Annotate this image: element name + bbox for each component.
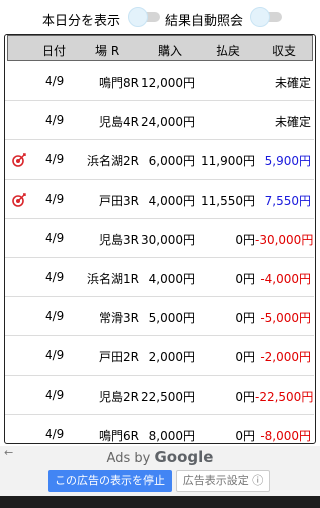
cell-balance: -4,000円 [260,271,311,286]
today-only-label: 本日分を表示 [42,14,121,29]
cell-buy: 30,000円 [141,232,195,247]
ads-by-google: Ads by Google [0,448,320,466]
cell-payout: 11,550円 [201,193,255,208]
cell-date: 4/9 [45,269,65,284]
table-row[interactable]: 4/9 児島2R 22,500円 0円 -22,500円 [5,376,314,415]
cell-balance: 7,550円 [264,193,311,208]
cell-date: 4/9 [45,74,65,88]
cell-payout: 11,900円 [201,154,255,169]
auto-result-toggle[interactable] [250,7,286,27]
cell-buy: 6,000円 [148,154,195,169]
target-dart-icon [12,192,26,207]
cell-date: 4/9 [45,348,65,363]
header-balance: 収支 [272,44,297,58]
toggle-knob [128,7,148,27]
cell-payout: 0円 [235,232,255,247]
table-row[interactable]: 4/9 浜名湖2R 6,000円 11,900円 5,900円 [5,140,314,180]
cell-payout: 0円 [235,389,255,404]
table-body: 4/9 鳴門8R 12,000円 未確定 4/9 児島4R 24,000円 未確定 4/9 浜名湖… [5,62,314,443]
cell-payout: 0円 [235,271,255,286]
table-row[interactable]: 4/9 児島4R 24,000円 未確定 [5,101,314,141]
stop-ad-button[interactable]: この広告の表示を停止 [48,470,172,492]
table-row[interactable]: 4/9 鳴門6R 8,000円 0円 -8,000円 [5,415,314,443]
cell-buy: 4,000円 [148,193,195,208]
toggle-knob [250,7,270,27]
ad-settings-button[interactable]: 広告表示設定 ⓘ [176,470,270,492]
header-venue: 場 R [95,44,120,58]
table-row[interactable]: 4/9 戸田2R 2,000円 0円 -2,000円 [5,336,314,376]
auto-result-label: 結果自動照会 [165,14,244,29]
cell-buy: 2,000円 [148,350,195,365]
table-row[interactable]: 4/9 常滑3R 5,000円 0円 -5,000円 [5,297,314,337]
cell-payout: 0円 [235,311,255,326]
header-payout: 払戻 [216,44,241,58]
bet-history-table[interactable]: 日付 場 R 購入 払戻 収支 4/9 鳴門8R 12,000円 未確定 4/9 児島4R… [4,34,316,444]
cell-date: 4/9 [45,152,65,167]
google-logo: Google [154,448,214,466]
cell-balance: 未確定 [274,115,311,130]
header-buy: 購入 [158,44,183,58]
cell-balance: 未確定 [274,76,311,90]
cell-payout: 0円 [235,350,255,365]
cell-payout: 0円 [235,428,255,443]
cell-balance: -30,000円 [255,232,314,247]
table-header: 日付 場 R 購入 払戻 収支 [7,35,313,61]
system-nav-bar [0,496,320,508]
cell-date: 4/9 [45,191,65,206]
cell-date: 4/9 [45,113,65,128]
top-toggle-bar: 本日分を表示 結果自動照会 [0,0,320,34]
target-dart-icon [12,153,26,168]
cell-balance: -8,000円 [260,428,311,443]
cell-buy: 8,000円 [148,428,195,443]
cell-balance: -5,000円 [260,311,311,326]
table-row[interactable]: 4/9 児島3R 30,000円 0円 -30,000円 [5,219,314,258]
cell-balance: 5,900円 [264,154,311,169]
cell-date: 4/9 [45,309,65,324]
cell-buy: 12,000円 [141,76,195,90]
today-only-toggle[interactable] [128,7,164,27]
cell-buy: 5,000円 [148,311,195,326]
header-date: 日付 [42,44,67,58]
cell-buy: 24,000円 [141,115,195,130]
cell-buy: 22,500円 [141,389,195,404]
ads-by-label: Ads by [106,451,151,466]
cell-balance: -2,000円 [260,350,311,365]
table-row[interactable]: 4/9 浜名湖1R 4,000円 0円 -4,000円 [5,258,314,298]
cell-buy: 4,000円 [148,271,195,286]
table-row[interactable]: 4/9 戸田3R 4,000円 11,550円 7,550円 [5,180,314,219]
cell-date: 4/9 [45,387,65,402]
table-row[interactable]: 4/9 鳴門8R 12,000円 未確定 [5,62,314,102]
cell-balance: -22,500円 [255,389,314,404]
cell-date: 4/9 [45,426,65,441]
cell-date: 4/9 [45,230,65,245]
